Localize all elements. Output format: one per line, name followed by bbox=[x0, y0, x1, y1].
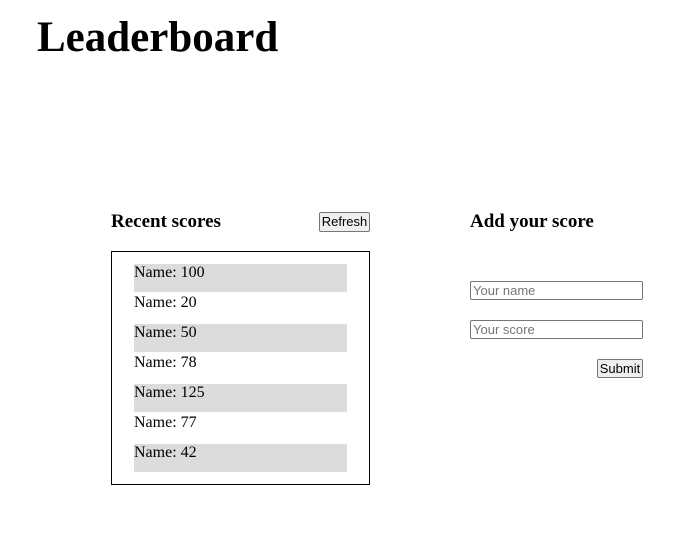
list-item: Name: 42 bbox=[134, 444, 347, 472]
list-item: Name: 125 bbox=[134, 384, 347, 412]
list-item: Name: 50 bbox=[134, 324, 347, 352]
score-list-box: Name: 100 Name: 20 Name: 50 Name: 78 Nam… bbox=[111, 251, 370, 485]
add-score-heading: Add your score bbox=[470, 211, 594, 232]
recent-scores-heading: Recent scores bbox=[111, 211, 221, 232]
submit-button[interactable]: Submit bbox=[597, 359, 643, 378]
score-list: Name: 100 Name: 20 Name: 50 Name: 78 Nam… bbox=[134, 264, 347, 474]
list-item: Name: 100 bbox=[134, 264, 347, 292]
page-title: Leaderboard bbox=[37, 14, 279, 61]
score-input[interactable] bbox=[470, 320, 643, 339]
name-input[interactable] bbox=[470, 281, 643, 300]
list-item: Name: 77 bbox=[134, 414, 197, 431]
leaderboard-page: Leaderboard Recent scores Refresh Name: … bbox=[0, 0, 685, 541]
list-item: Name: 78 bbox=[134, 354, 197, 371]
refresh-button[interactable]: Refresh bbox=[319, 212, 370, 232]
list-item: Name: 20 bbox=[134, 294, 197, 311]
